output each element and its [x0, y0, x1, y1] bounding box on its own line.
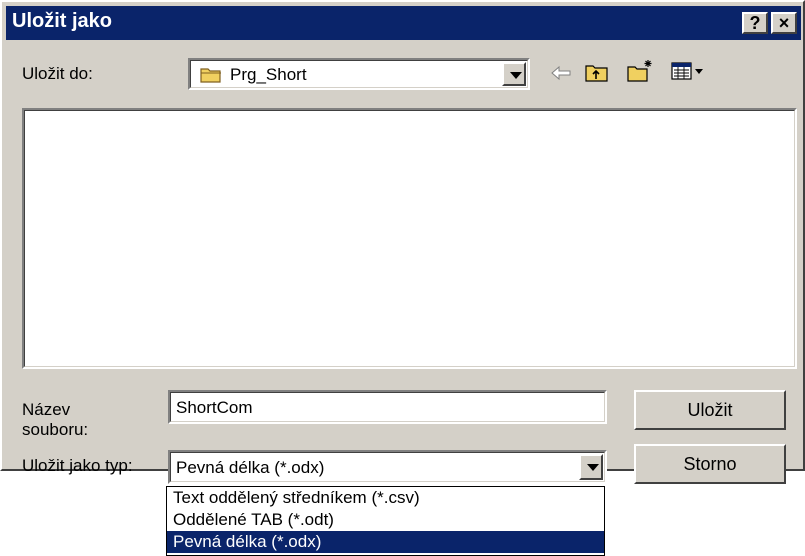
back-icon[interactable]: [550, 64, 572, 82]
chevron-down-icon[interactable]: [579, 454, 603, 480]
filename-value: ShortCom: [176, 398, 253, 417]
file-list[interactable]: [22, 108, 797, 369]
filename-label-line2: souboru:: [22, 420, 89, 439]
title-bar[interactable]: Uložit jako ? ×: [6, 6, 801, 40]
filetype-label: Uložit jako typ:: [22, 456, 133, 475]
filename-label-line1: Název: [22, 400, 71, 419]
filetype-dropdown-list: Text oddělený středníkem (*.csv) Oddělen…: [166, 486, 605, 556]
up-folder-icon[interactable]: [584, 60, 610, 84]
filetype-option-odx[interactable]: Pevná délka (*.odx): [167, 531, 604, 553]
close-button[interactable]: ×: [771, 12, 797, 34]
filetype-value: Pevná délka (*.odx): [176, 458, 325, 477]
save-in-value: Prg_Short: [230, 65, 307, 84]
save-in-label: Uložit do:: [22, 64, 93, 83]
save-in-combo[interactable]: Prg_Short: [188, 58, 530, 90]
cancel-button[interactable]: Storno: [634, 444, 786, 484]
view-menu-icon[interactable]: [670, 60, 706, 82]
save-as-dialog: Uložit jako ? × Uložit do: Prg_Short Náz…: [0, 0, 805, 484]
filetype-option-odt[interactable]: Oddělené TAB (*.odt): [167, 509, 604, 531]
save-button[interactable]: Uložit: [634, 390, 786, 430]
help-button[interactable]: ?: [742, 12, 768, 34]
window-title: Uložit jako: [12, 10, 113, 32]
chevron-down-icon[interactable]: [502, 62, 526, 86]
filetype-option-csv[interactable]: Text oddělený středníkem (*.csv): [167, 487, 604, 509]
new-folder-icon[interactable]: [626, 58, 654, 84]
filename-input[interactable]: ShortCom: [168, 390, 607, 424]
folder-icon: [200, 68, 221, 83]
filetype-select[interactable]: Pevná délka (*.odx): [168, 450, 607, 484]
